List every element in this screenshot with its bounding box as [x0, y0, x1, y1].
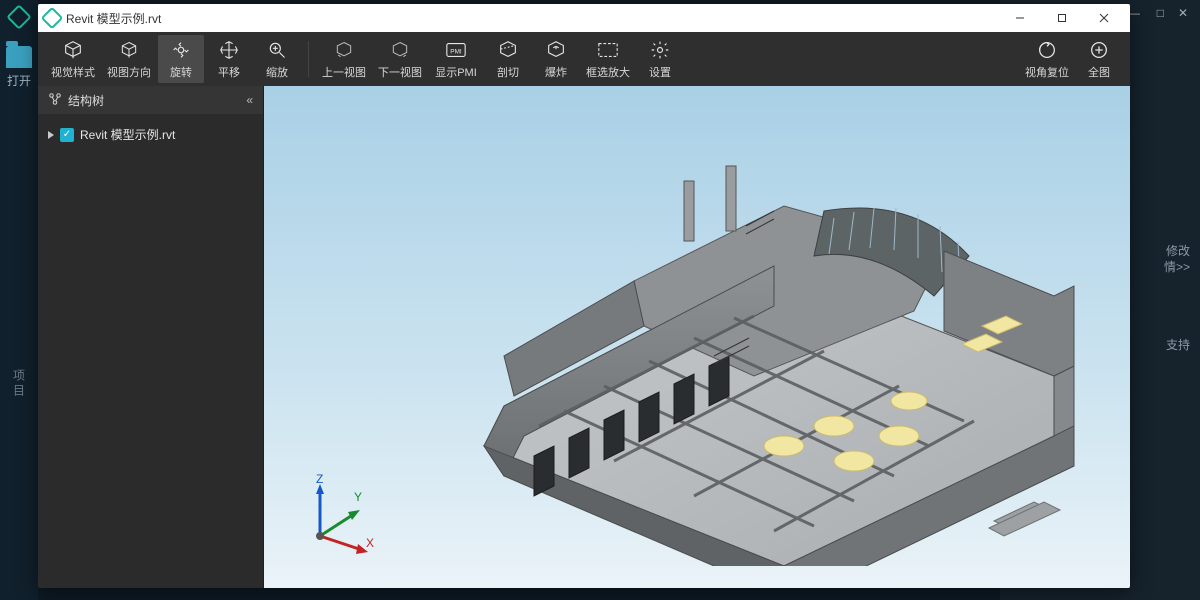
app-logo-icon: [41, 7, 64, 30]
tree-root-row[interactable]: ✓ Revit 模型示例.rvt: [48, 122, 253, 147]
open-label[interactable]: 打开: [7, 72, 31, 89]
tool-label: 全图: [1088, 64, 1110, 80]
cube-next-icon: [389, 39, 411, 61]
main-toolbar: 视觉样式 视图方向 旋转 平移 缩放: [38, 32, 1130, 86]
bg-text-fragment: 支持: [1166, 336, 1190, 353]
host-app-logo: [6, 4, 31, 29]
zoom-button[interactable]: 缩放: [254, 35, 300, 83]
window-minimize-button[interactable]: [1000, 6, 1040, 30]
tool-label: 上一视图: [322, 64, 366, 80]
tree-checkbox[interactable]: ✓: [60, 128, 74, 142]
collapse-panel-button[interactable]: «: [246, 93, 253, 107]
pan-icon: [218, 39, 240, 61]
pmi-icon: PMI: [445, 39, 467, 61]
tool-label: 平移: [218, 64, 240, 80]
show-pmi-button[interactable]: PMI 显示PMI: [429, 35, 483, 83]
tool-label: 设置: [649, 64, 671, 80]
box-zoom-button[interactable]: 框选放大: [581, 35, 635, 83]
viewer-window: Revit 模型示例.rvt 视觉样式 视图方向: [38, 4, 1130, 588]
explode-button[interactable]: 爆炸: [533, 35, 579, 83]
tool-label: 显示PMI: [435, 64, 477, 80]
structure-tree-panel: 结构树 « ✓ Revit 模型示例.rvt: [38, 86, 264, 588]
window-title: Revit 模型示例.rvt: [66, 10, 161, 27]
reset-view-icon: [1036, 39, 1058, 61]
visual-style-button[interactable]: 视觉样式: [46, 35, 100, 83]
window-titlebar: Revit 模型示例.rvt: [38, 4, 1130, 32]
axis-y-label: Y: [354, 490, 362, 504]
explode-icon: [545, 39, 567, 61]
fit-all-icon: [1088, 39, 1110, 61]
open-folder-icon[interactable]: [6, 46, 32, 68]
prev-view-button[interactable]: 上一视图: [317, 35, 371, 83]
axis-x-label: X: [366, 536, 374, 550]
tool-label: 剖切: [497, 64, 519, 80]
tool-label: 视图方向: [107, 64, 151, 80]
section-icon: [497, 39, 519, 61]
tool-label: 缩放: [266, 64, 288, 80]
host-close-button[interactable]: ✕: [1178, 6, 1188, 20]
3d-viewport[interactable]: Z Y X: [264, 86, 1130, 588]
zoom-icon: [266, 39, 288, 61]
panel-header: 结构树 «: [38, 86, 263, 114]
project-vertical-label[interactable]: 项目: [11, 369, 28, 399]
tool-label: 视角复位: [1025, 64, 1069, 80]
box-zoom-icon: [597, 39, 619, 61]
pan-button[interactable]: 平移: [206, 35, 252, 83]
cube-icon: [118, 39, 140, 61]
cube-prev-icon: [333, 39, 355, 61]
tool-label: 框选放大: [586, 64, 630, 80]
svg-text:PMI: PMI: [450, 48, 462, 55]
axis-gizmo[interactable]: Z Y X: [296, 480, 376, 560]
bg-text-fragment: 修改: [1166, 242, 1190, 259]
next-view-button[interactable]: 下一视图: [373, 35, 427, 83]
bg-text-fragment: 情>>: [1164, 258, 1190, 275]
tree-root-label: Revit 模型示例.rvt: [80, 126, 175, 143]
section-button[interactable]: 剖切: [485, 35, 531, 83]
tool-label: 下一视图: [378, 64, 422, 80]
host-left-rail: 打开 项目: [0, 0, 38, 600]
reset-view-button[interactable]: 视角复位: [1020, 35, 1074, 83]
toolbar-separator: [308, 41, 309, 77]
view-direction-button[interactable]: 视图方向: [102, 35, 156, 83]
chevron-right-icon[interactable]: [48, 131, 54, 139]
tool-label: 视觉样式: [51, 64, 95, 80]
tool-label: 爆炸: [545, 64, 567, 80]
fit-all-button[interactable]: 全图: [1076, 35, 1122, 83]
rotate-button[interactable]: 旋转: [158, 35, 204, 83]
rotate-icon: [170, 39, 192, 61]
tree-icon: [48, 92, 62, 109]
panel-title: 结构树: [68, 92, 104, 109]
window-maximize-button[interactable]: [1042, 6, 1082, 30]
cube-eye-icon: [62, 39, 84, 61]
window-close-button[interactable]: [1084, 6, 1124, 30]
building-model[interactable]: [354, 126, 1114, 566]
gear-icon: [649, 39, 671, 61]
structure-tree: ✓ Revit 模型示例.rvt: [38, 114, 263, 155]
axis-z-label: Z: [316, 472, 323, 486]
tool-label: 旋转: [170, 64, 192, 80]
settings-button[interactable]: 设置: [637, 35, 683, 83]
host-maximize-button[interactable]: □: [1157, 6, 1164, 20]
